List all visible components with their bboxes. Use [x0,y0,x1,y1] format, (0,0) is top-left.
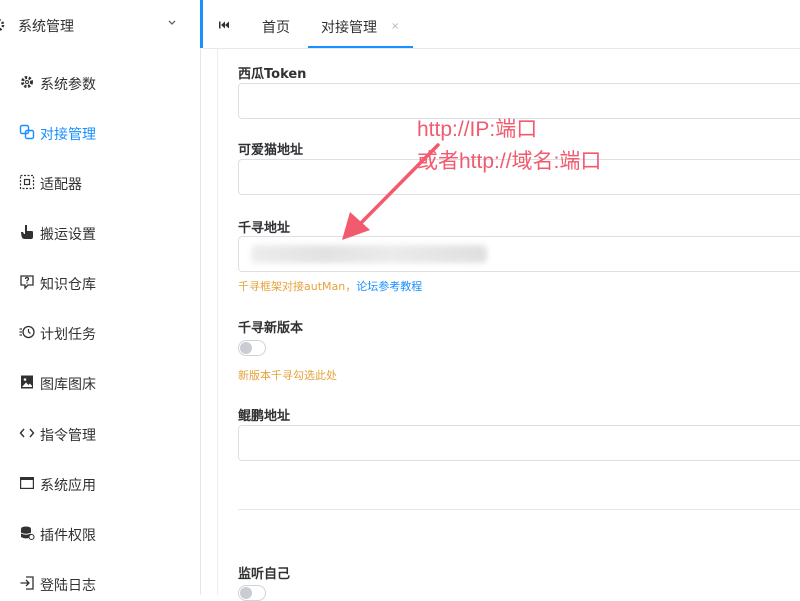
listen-self-toggle[interactable] [238,585,266,601]
kunpeng-address-label: 鲲鹏地址 [238,409,291,424]
annotation-line-1: http://IP:端口 [417,118,538,141]
sidebar-item-system-apps[interactable]: 系统应用 [0,459,200,509]
sidebar-group-title: 系统管理 [18,19,74,35]
sidebar-item-knowledge-base[interactable]: 知识仓库 [0,258,200,308]
sidebar-item-label: 计划任务 [40,327,96,343]
question-icon [19,274,35,290]
sidebar-item-label: 搬运设置 [40,227,96,243]
annotation-text: http://IP:端口 或者http://域名:端口 [417,114,601,178]
sidebar-item-scheduled-tasks[interactable]: 计划任务 [0,308,200,358]
sidebar-item-login-log[interactable]: 登陆日志 [0,559,200,595]
qianxun-new-version-label: 千寻新版本 [238,321,304,336]
sidebar-item-label: 登陆日志 [40,578,96,594]
tab-home[interactable]: 首页 [262,0,290,48]
qianxun-address-input[interactable] [238,236,800,272]
sidebar-item-image-hosting[interactable]: 图库图床 [0,358,200,408]
annotation-line-2: 或者http://域名:端口 [417,150,602,173]
qianxun-new-version-toggle[interactable] [238,340,266,356]
sidebar-item-label: 知识仓库 [40,277,96,293]
first-page-icon[interactable] [217,17,231,31]
sidebar-item-transfer-settings[interactable]: 搬运设置 [0,208,200,258]
redacted-value [251,245,487,263]
chevron-down-icon[interactable] [164,14,180,30]
sidebar-item-label: 系统应用 [40,478,96,494]
gear-icon [0,17,6,33]
code-icon [19,425,35,441]
window-icon [19,475,35,491]
sidebar-item-label: 图库图床 [40,377,96,393]
gear-icon [19,74,35,90]
listen-self-label: 监听自己 [238,567,291,582]
divider [238,509,800,510]
sidebar-item-adapter[interactable]: 适配器 [0,158,200,208]
sidebar-item-system-params[interactable]: 系统参数 [0,58,200,108]
sidebar-group-header[interactable]: 系统管理 [0,0,200,52]
qianxun-hint-text: 千寻框架对接autMan， [238,280,357,293]
link-icon [19,124,35,140]
image-icon [19,374,35,390]
forum-tutorial-link[interactable]: 论坛参考教程 [356,280,422,293]
qianxun-new-version-hint: 新版本千寻勾选此处 [238,369,337,382]
kunpeng-address-input[interactable] [238,425,800,461]
tab-bar: 首页 对接管理 × [203,0,800,49]
qianxun-hint: 千寻框架对接autMan，论坛参考教程 [238,278,422,294]
close-icon[interactable]: × [391,21,399,32]
sidebar-item-label: 适配器 [40,177,82,193]
toggle-knob [240,587,252,599]
sidebar-item-label: 系统参数 [40,77,96,93]
sidebar-item-integration[interactable]: 对接管理 [0,108,200,158]
xigua-token-label: 西瓜Token [238,67,307,82]
hand-icon [19,224,35,240]
adapter-icon [19,174,35,190]
toggle-knob [240,342,252,354]
tab-integration[interactable]: 对接管理 × [308,0,414,48]
sidebar-item-label: 指令管理 [40,428,96,444]
clock-icon [19,324,35,340]
keai-address-label: 可爱猫地址 [238,143,304,158]
login-icon [19,575,35,591]
sidebar: 系统管理 系统参数 对接管理 适配器 搬运设置 知识仓库 计划任务 图库图床 指… [0,0,201,595]
tab-label: 对接管理 [321,20,377,36]
qianxun-address-label: 千寻地址 [238,221,291,236]
sidebar-item-label: 插件权限 [40,528,96,544]
sidebar-item-command-management[interactable]: 指令管理 [0,409,200,459]
sidebar-item-label: 对接管理 [40,127,96,143]
database-icon [19,525,35,541]
sidebar-item-plugin-permissions[interactable]: 插件权限 [0,509,200,559]
